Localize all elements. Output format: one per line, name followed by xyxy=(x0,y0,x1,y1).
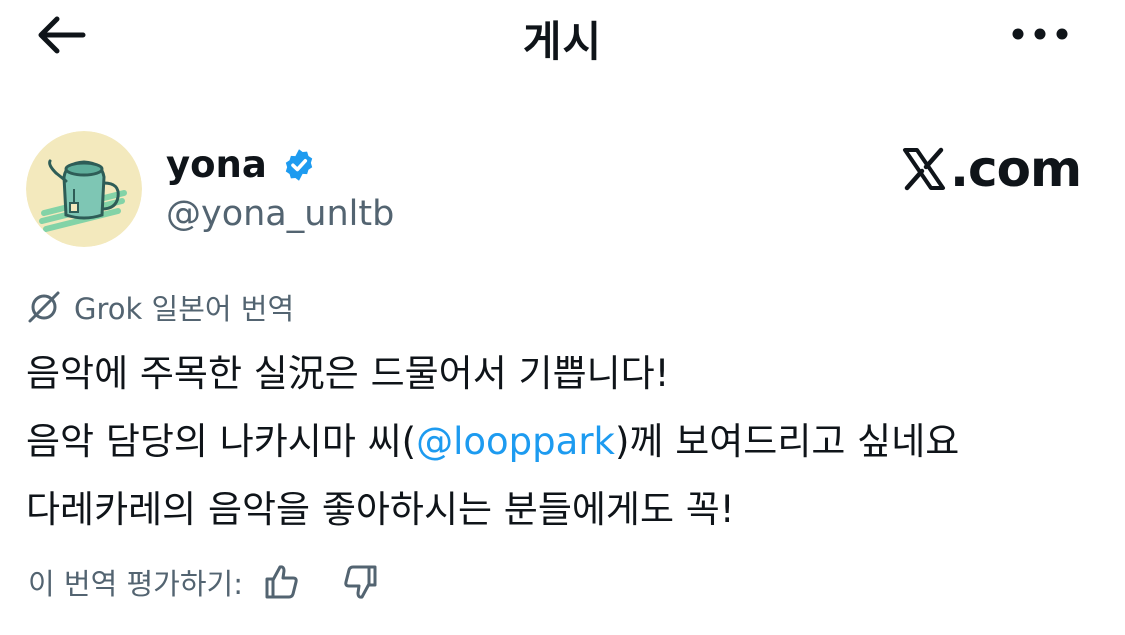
avatar[interactable] xyxy=(26,131,142,247)
thumbs-up-button[interactable] xyxy=(259,560,303,604)
tweet-line-3: 다레카레의 음악을 좋아하시는 분들에게도 꼭! xyxy=(26,488,735,531)
more-horizontal-icon xyxy=(1012,28,1068,40)
more-options-button[interactable] xyxy=(1005,12,1075,56)
translation-text: Grok 일본어 번역 xyxy=(74,292,295,326)
tweet-text: 음악에 주목한 실況은 드물어서 기쁩니다! 음악 담당의 나카시마 씨(@lo… xyxy=(26,340,1106,544)
thumbs-up-icon xyxy=(265,565,298,599)
rate-translation: 이 번역 평가하기: xyxy=(28,560,383,604)
brand-label: .com xyxy=(950,140,1082,198)
thumbs-down-icon xyxy=(344,565,377,599)
page-title: 게시 xyxy=(522,17,603,66)
tweet-line-2: 음악 담당의 나카시마 씨(@looppark)께 보여드리고 싶네요 xyxy=(26,408,1106,476)
rate-label: 이 번역 평가하기: xyxy=(28,567,243,601)
x-logo-icon xyxy=(902,147,946,191)
author-handle[interactable]: @yona_unltb xyxy=(166,194,394,234)
top-bar: 게시 xyxy=(0,0,1125,70)
tweet-line-2-end: )께 보여드리고 싶네요 xyxy=(614,420,960,463)
thumbs-down-button[interactable] xyxy=(339,560,383,604)
translation-label[interactable]: Grok 일본어 번역 xyxy=(26,286,294,328)
verified-badge-icon xyxy=(281,147,317,183)
author-display-name: yona xyxy=(166,143,267,186)
author-name[interactable]: yona xyxy=(166,143,317,186)
mention-link[interactable]: @looppark xyxy=(416,420,615,463)
tweet-line-2-start: 음악 담당의 나카시마 씨( xyxy=(26,420,417,463)
grok-icon xyxy=(26,289,62,325)
brand-watermark: .com xyxy=(902,140,1082,198)
teapot-avatar-icon xyxy=(26,131,142,247)
tweet-line-1: 음악에 주목한 실況은 드물어서 기쁩니다! xyxy=(26,352,670,395)
